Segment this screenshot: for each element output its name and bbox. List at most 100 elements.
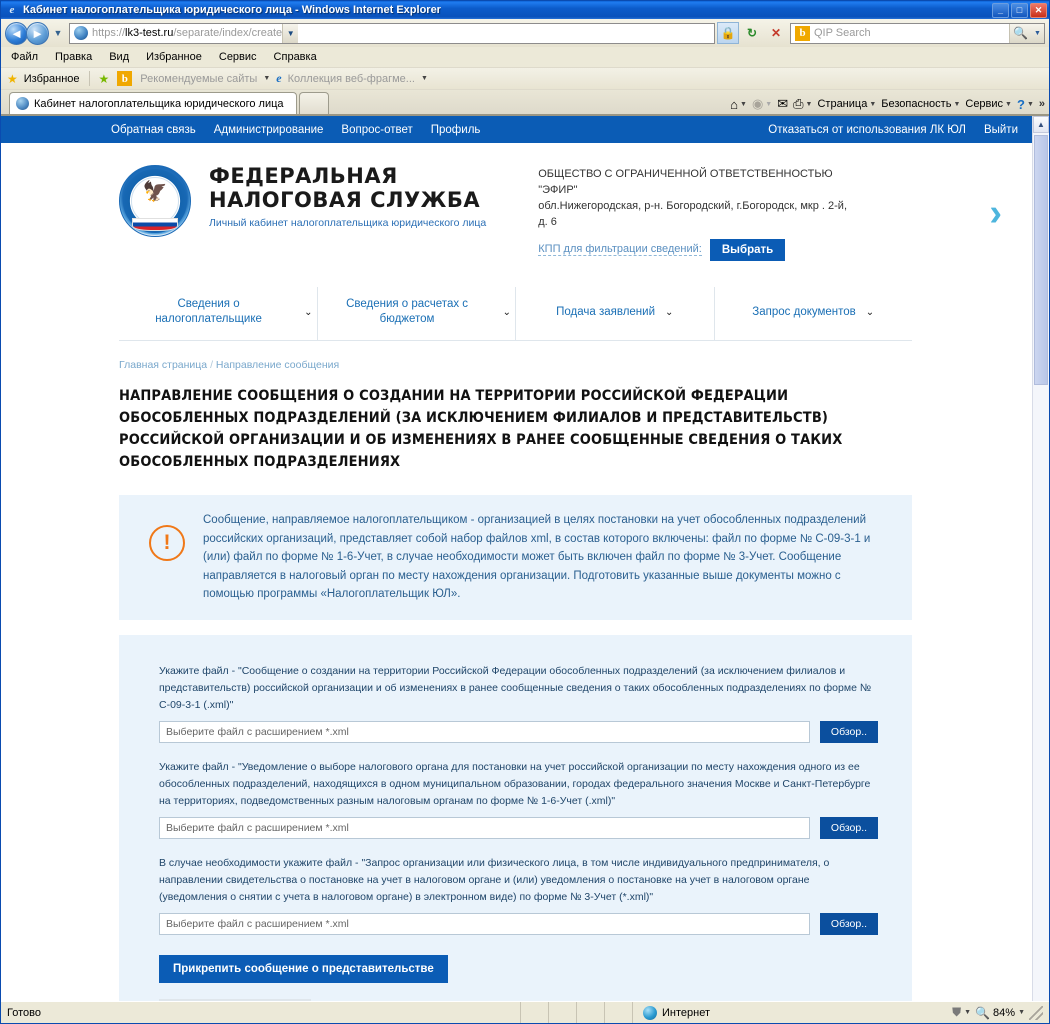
kpp-filter-label: КПП для фильтрации сведений: (538, 243, 702, 257)
close-button[interactable]: ✕ (1030, 2, 1047, 18)
security-zone[interactable]: Интернет (633, 1005, 833, 1020)
search-go-icon[interactable]: 🔍 (1009, 23, 1031, 43)
sign-and-send-button[interactable]: Подписать и отправить (159, 999, 311, 1001)
eagle-icon: 🦅 (142, 181, 168, 203)
lock-icon[interactable]: 🔒 (717, 22, 739, 44)
form-group-16uchet: Укажите файл - "Уведомление о выборе нал… (159, 759, 878, 840)
fns-emblem-icon: 🦅 (119, 165, 191, 237)
new-tab-button[interactable] (298, 92, 329, 114)
tools-menu-caret-icon[interactable]: ▼ (1005, 101, 1012, 108)
kpp-select-button[interactable]: Выбрать (709, 238, 786, 261)
nav-faq[interactable]: Вопрос-ответ (341, 124, 412, 136)
suggested-sites-caret-icon[interactable]: ▼ (263, 75, 270, 82)
menu-item-favorites[interactable]: Избранное (146, 51, 202, 63)
scroll-up-button[interactable]: ▲ (1033, 116, 1049, 133)
refresh-button[interactable]: ↻ (741, 22, 763, 44)
title-bar: e Кабинет налогоплательщика юридического… (1, 1, 1049, 19)
tab-submit-applications[interactable]: Подача заявлений ⌄ (516, 286, 715, 340)
search-provider-caret-icon[interactable]: ▼ (1031, 23, 1044, 43)
address-input[interactable]: https://lk3-test.ru/separate/index/creat… (69, 22, 715, 44)
zoom-caret-icon[interactable]: ▼ (1018, 1009, 1025, 1016)
browse-button-3uchet[interactable]: Обзор.. (820, 913, 878, 936)
help-caret-icon[interactable]: ▼ (1027, 101, 1034, 108)
menu-item-file[interactable]: Файл (11, 51, 38, 63)
history-dropdown-icon[interactable]: ▼ (51, 28, 65, 38)
web-slice-caret-icon[interactable]: ▼ (421, 75, 428, 82)
tools-menu-label: Сервис (965, 98, 1004, 110)
search-placeholder: QIP Search (814, 27, 871, 39)
print-caret-icon[interactable]: ▼ (806, 101, 813, 108)
upload-form-panel: Укажите файл - "Сообщение о создании на … (119, 635, 912, 1001)
forward-button[interactable]: ► (26, 21, 49, 45)
protected-mode-button[interactable]: ⛊ ▼ (952, 1005, 971, 1020)
security-menu-button[interactable]: Безопасность ▼ (881, 98, 960, 110)
tab-taxpayer-info[interactable]: Сведения о налогоплательщике ⌄ (119, 286, 318, 340)
back-button[interactable]: ◄ (5, 21, 28, 45)
favorites-star-icon[interactable]: ★ (7, 72, 18, 86)
nav-feedback[interactable]: Обратная связь (111, 124, 196, 136)
scrollbar-track[interactable] (1033, 133, 1049, 1001)
command-bar: ⌂ ▼ ◉ ▼ ✉ ⎙ ▼ Страница ▼ Безопасность ▼ Серви… (730, 96, 1049, 114)
scrollbar-thumb[interactable] (1034, 135, 1048, 385)
site-top-nav: Обратная связь Администрирование Вопрос-… (1, 116, 1032, 143)
nav-opt-out[interactable]: Отказаться от использования ЛК ЮЛ (768, 124, 966, 136)
menu-item-view[interactable]: Вид (109, 51, 129, 63)
home-button[interactable]: ⌂ ▼ (730, 97, 747, 112)
organization-name: ОБЩЕСТВО С ОГРАНИЧЕННОЙ ОТВЕТСТВЕННОСТЬЮ… (538, 168, 833, 196)
page-title: НАПРАВЛЕНИЕ СООБЩЕНИЯ О СОЗДАНИИ НА ТЕРР… (119, 387, 843, 470)
tab-strip: Кабинет налогоплательщика юридического л… (1, 89, 1049, 114)
attach-representation-button[interactable]: Прикрепить сообщение о представительстве (159, 955, 448, 984)
breadcrumb-home[interactable]: Главная страница (119, 359, 207, 371)
field-label-16uchet: Укажите файл - "Уведомление о выборе нал… (159, 761, 871, 808)
tab-budget-settlements-label: Сведения о расчетах с бюджетом (346, 297, 469, 326)
nav-logout[interactable]: Выйти (984, 124, 1018, 136)
stop-button[interactable]: ✕ (765, 22, 787, 44)
resize-grip[interactable] (1029, 1005, 1043, 1020)
page-menu-button[interactable]: Страница ▼ (817, 98, 876, 110)
mail-button[interactable]: ✉ (777, 96, 788, 112)
file-input-s0931[interactable]: Выберите файл с расширением *.xml (159, 721, 810, 744)
web-slice-label[interactable]: Коллекция веб-фрагме... (288, 73, 415, 85)
add-to-favorites-icon[interactable]: ★ (99, 72, 110, 86)
page-viewport: Обратная связь Администрирование Вопрос-… (1, 115, 1049, 1001)
zoom-control[interactable]: 🔍 84% ▼ (975, 1006, 1025, 1020)
file-input-16uchet[interactable]: Выберите файл с расширением *.xml (159, 817, 810, 840)
browse-button-s0931[interactable]: Обзор.. (820, 721, 878, 744)
nav-profile[interactable]: Профиль (431, 124, 481, 136)
tools-menu-button[interactable]: Сервис ▼ (965, 98, 1012, 110)
security-menu-caret-icon[interactable]: ▼ (953, 101, 960, 108)
help-button[interactable]: ? ▼ (1017, 97, 1034, 112)
protected-mode-caret-icon[interactable]: ▼ (964, 1009, 971, 1016)
menu-item-help[interactable]: Справка (274, 51, 317, 63)
favorites-label[interactable]: Избранное (24, 73, 80, 85)
url-host: lk3-test.ru (125, 27, 174, 39)
page-menu-caret-icon[interactable]: ▼ (869, 101, 876, 108)
maximize-button[interactable]: □ (1011, 2, 1028, 18)
feeds-caret-icon[interactable]: ▼ (765, 101, 772, 108)
file-input-3uchet[interactable]: Выберите файл с расширением *.xml (159, 913, 810, 936)
menu-item-edit[interactable]: Правка (55, 51, 92, 63)
search-input[interactable]: b QIP Search 🔍 ▼ (790, 22, 1045, 44)
tab-budget-settlements[interactable]: Сведения о расчетах с бюджетом ⌄ (318, 286, 516, 340)
overflow-icon[interactable]: » (1039, 98, 1045, 110)
nav-administration[interactable]: Администрирование (214, 124, 324, 136)
tab-request-documents[interactable]: Запрос документов ⌄ (715, 287, 913, 340)
organization-address: обл.Нижегородская, р-н. Богородский, г.Б… (538, 199, 848, 228)
form-group-s0931: Укажите файл - "Сообщение о создании на … (159, 663, 878, 744)
chevron-right-icon[interactable]: › (989, 194, 1012, 232)
bing-icon: b (795, 25, 810, 41)
feeds-button[interactable]: ◉ ▼ (752, 96, 772, 112)
home-caret-icon[interactable]: ▼ (740, 101, 747, 108)
protected-mode-icon: ⛊ (952, 1005, 962, 1019)
minimize-button[interactable]: _ (992, 2, 1009, 18)
breadcrumb: Главная страница / Направление сообщения (119, 359, 912, 371)
browser-tab[interactable]: Кабинет налогоплательщика юридического л… (9, 92, 297, 114)
menu-item-tools[interactable]: Сервис (219, 51, 257, 63)
suggested-sites-label[interactable]: Рекомендуемые сайты (140, 73, 257, 85)
brand-line-2: НАЛОГОВАЯ СЛУЖБА (209, 187, 481, 212)
page-scrollbar[interactable]: ▲ (1032, 116, 1049, 1001)
address-dropdown-icon[interactable]: ▼ (282, 23, 299, 43)
browse-button-16uchet[interactable]: Обзор.. (820, 817, 878, 840)
flag-icon (132, 218, 178, 231)
print-button[interactable]: ⎙ ▼ (793, 96, 812, 112)
